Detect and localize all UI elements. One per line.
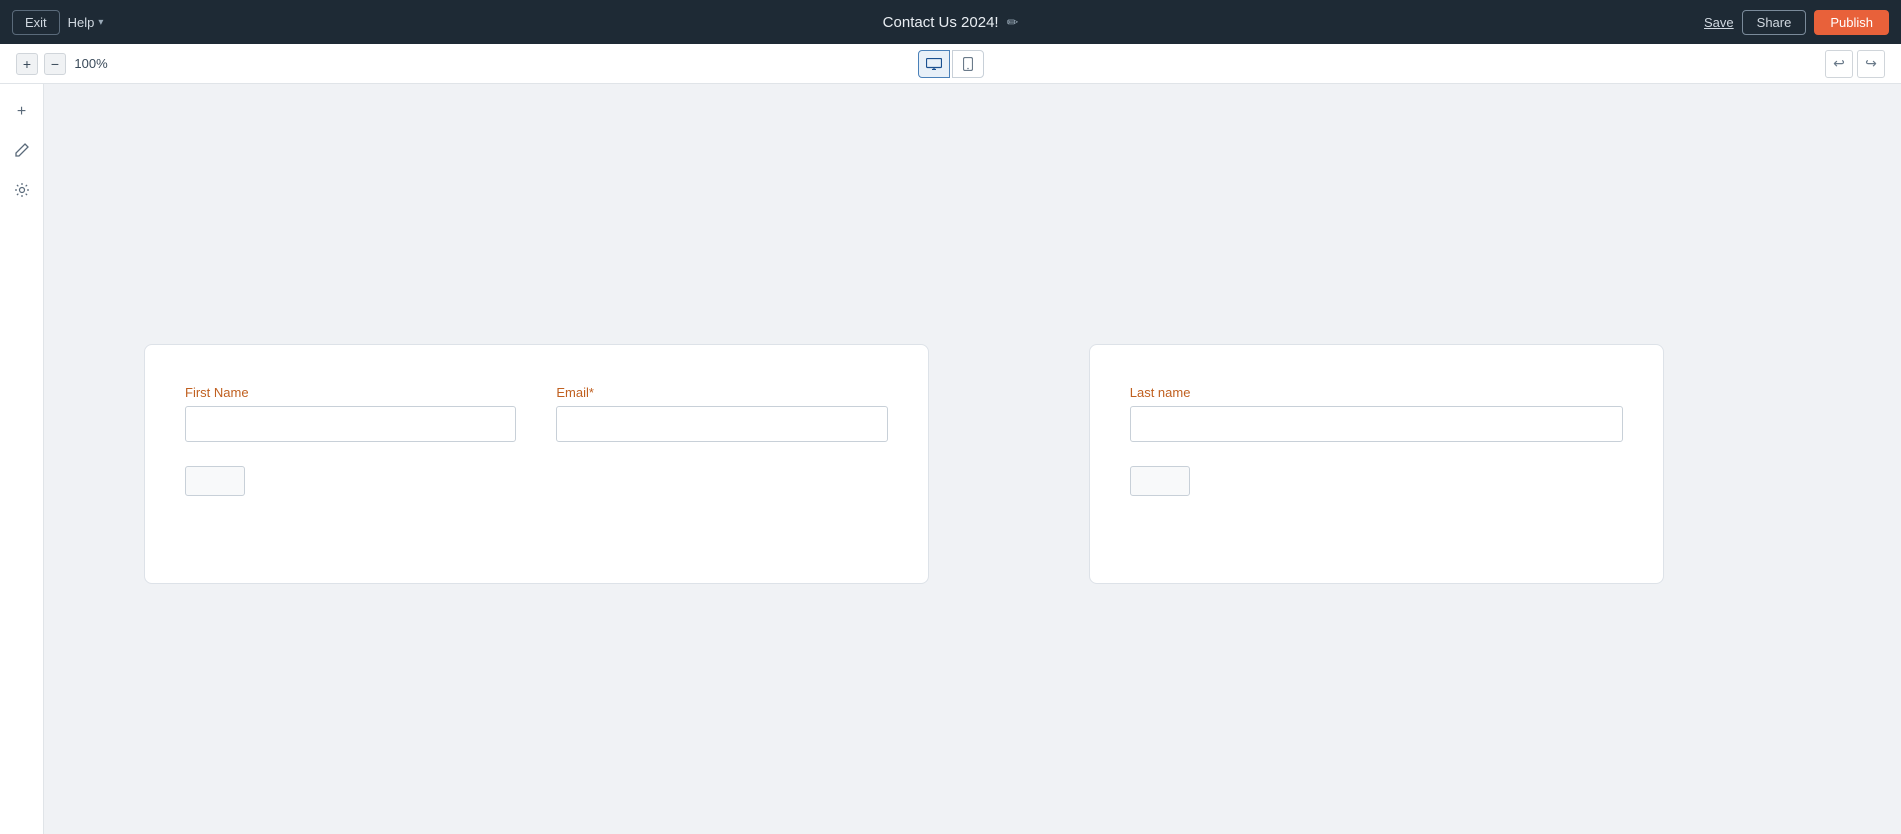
undo-button[interactable]: ↩ [1825,50,1853,78]
redo-button[interactable]: ↪ [1857,50,1885,78]
toolbar: + − 100% ↩ ↪ [0,44,1901,84]
zoom-in-button[interactable]: + [16,53,38,75]
edit-button[interactable] [6,136,38,168]
page-title: Contact Us 2024! [883,14,999,31]
canvas-scroll: First Name Email* Last name [44,84,1901,834]
zoom-out-button[interactable]: − [44,53,66,75]
left-sidebar: + [0,84,44,834]
form-card-1: First Name Email* [144,344,929,584]
zoom-level-display: 100% [72,56,110,71]
exit-button[interactable]: Exit [12,10,60,35]
submit-button-preview [185,466,245,496]
pencil-icon [14,142,30,163]
help-label: Help [68,15,95,30]
last-name-label: Last name [1130,385,1623,400]
navbar-left: Exit Help ▾ [12,10,103,35]
form-row-1: First Name Email* [185,385,888,442]
email-label: Email* [556,385,887,400]
publish-button[interactable]: Publish [1814,10,1889,35]
submit-button-preview-2 [1130,466,1190,496]
settings-button[interactable] [6,176,38,208]
first-name-field: First Name [185,385,516,442]
plus-icon: + [17,103,26,121]
share-button[interactable]: Share [1742,10,1807,35]
help-button[interactable]: Help ▾ [68,15,104,30]
first-name-input[interactable] [185,406,516,442]
form-card-2-row-2 [1130,466,1623,496]
form-card-2-row-1: Last name [1130,385,1623,442]
form-row-2 [185,466,888,496]
navbar-center: Contact Us 2024! ✏ [883,14,1019,31]
email-field: Email* [556,385,887,442]
first-name-label: First Name [185,385,516,400]
form-card-2: Last name [1089,344,1664,584]
mobile-view-button[interactable] [952,50,984,78]
navbar: Exit Help ▾ Contact Us 2024! ✏ Save Shar… [0,0,1901,44]
mobile-icon [963,57,973,71]
desktop-icon [926,58,942,70]
add-element-button[interactable]: + [6,96,38,128]
last-name-field: Last name [1130,385,1623,442]
canvas-area: First Name Email* Last name [44,84,1901,834]
toolbar-undo-redo: ↩ ↪ [1825,50,1885,78]
navbar-right: Save Share Publish [1704,10,1889,35]
canvas-wrapper: First Name Email* Last name [64,124,1664,584]
chevron-down-icon: ▾ [98,17,103,28]
desktop-view-button[interactable] [918,50,950,78]
last-name-input[interactable] [1130,406,1623,442]
pencil-icon[interactable]: ✏ [1007,14,1019,31]
email-input[interactable] [556,406,887,442]
save-button[interactable]: Save [1704,15,1734,30]
gear-icon [14,182,30,203]
toolbar-view-toggle [918,50,984,78]
toolbar-zoom-controls: + − 100% [16,53,110,75]
